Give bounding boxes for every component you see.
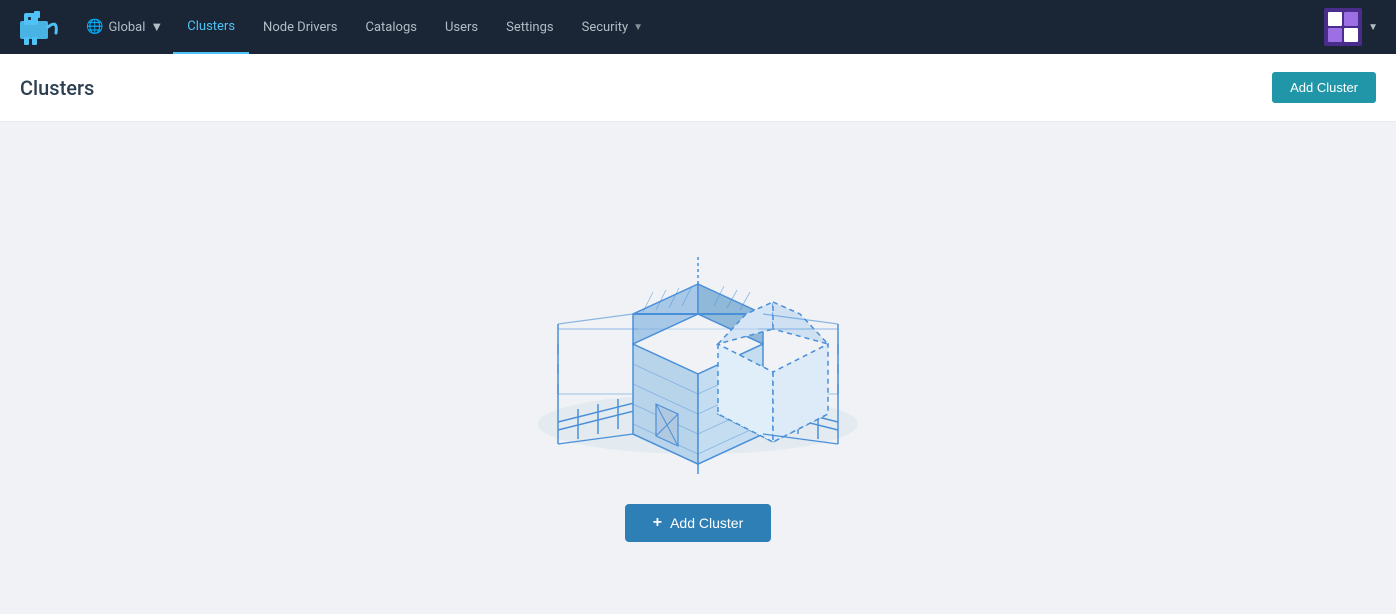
app-logo <box>12 9 68 45</box>
global-selector[interactable]: 🌐 Global ▼ <box>76 0 173 54</box>
page-header: Clusters Add Cluster <box>0 54 1396 122</box>
avatar-cell-4 <box>1344 28 1358 42</box>
add-cluster-button-top[interactable]: Add Cluster <box>1272 72 1376 103</box>
avatar-cell-3 <box>1328 28 1342 42</box>
add-cluster-button-center[interactable]: + Add Cluster <box>625 504 772 542</box>
security-chevron-icon: ▼ <box>633 22 643 33</box>
nav-settings[interactable]: Settings <box>492 0 567 54</box>
add-cluster-center-label: Add Cluster <box>670 515 743 531</box>
nav-node-drivers[interactable]: Node Drivers <box>249 0 351 54</box>
global-label: Global <box>108 20 145 35</box>
plus-icon: + <box>653 514 662 532</box>
nav-catalogs[interactable]: Catalogs <box>352 0 431 54</box>
globe-icon: 🌐 <box>86 19 103 35</box>
empty-state-illustration <box>478 194 918 474</box>
chevron-down-icon: ▼ <box>150 19 163 35</box>
user-avatar[interactable] <box>1324 8 1362 46</box>
avatar-cell-1 <box>1328 12 1342 26</box>
nav-clusters[interactable]: Clusters <box>173 0 249 54</box>
avatar-cell-2 <box>1344 12 1358 26</box>
page-title: Clusters <box>20 76 94 100</box>
avatar-chevron-icon[interactable]: ▼ <box>1362 22 1384 33</box>
nav-users[interactable]: Users <box>431 0 492 54</box>
main-content: + Add Cluster <box>0 122 1396 614</box>
navbar: 🌐 Global ▼ Clusters Node Drivers Catalog… <box>0 0 1396 54</box>
nav-security[interactable]: Security ▼ <box>568 0 657 54</box>
